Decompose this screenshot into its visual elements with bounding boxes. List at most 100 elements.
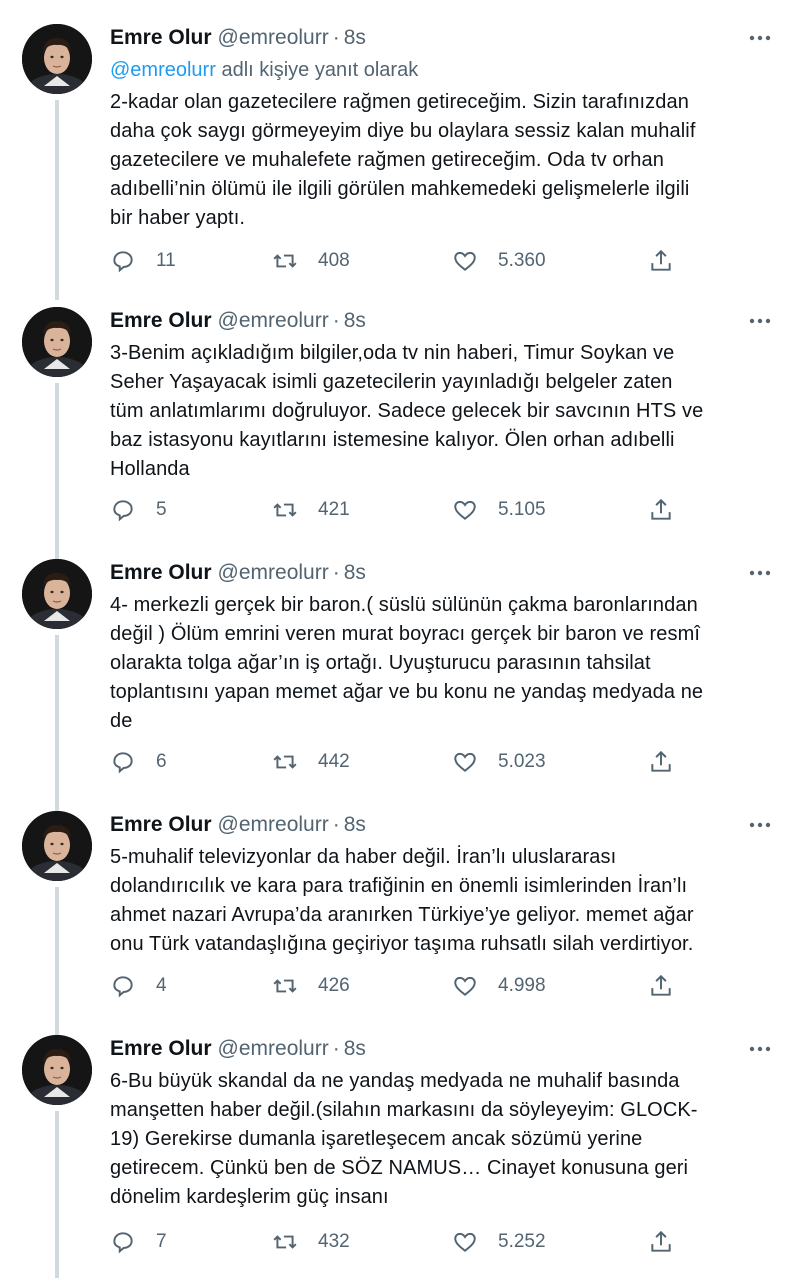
author-name[interactable]: Emre Olur [110,24,212,52]
more-horizontal-icon[interactable] [746,1035,774,1063]
like-button[interactable]: 4.998 [452,973,546,999]
avatar-photo [22,559,92,629]
avatar[interactable] [22,24,92,94]
reply-bubble-icon [113,752,133,774]
reply-button[interactable]: 11 [110,248,176,274]
author-handle[interactable]: @emreolurr [218,559,329,587]
reply-count: 7 [156,1231,167,1252]
tweet-timestamp[interactable]: 8s [344,1035,366,1063]
tweet[interactable]: Emre Olur @emreolurr · 8s 6-Bu büyük ska… [0,1011,796,1278]
tweet-header: Emre Olur @emreolurr · 8s [110,24,780,52]
share-upload-icon [651,498,671,520]
heart-icon [454,1232,476,1252]
share-button[interactable] [648,973,674,999]
reply-button[interactable]: 5 [110,497,167,523]
author-handle[interactable]: @emreolurr [218,307,329,335]
share-button[interactable] [648,248,674,274]
more-horizontal-icon[interactable] [746,307,774,335]
tweet-text: 2-kadar olan gazetecilere rağmen getirec… [110,91,696,229]
author-handle[interactable]: @emreolurr [218,24,329,52]
more-horizontal-icon[interactable] [746,559,774,587]
avatar-column [22,24,92,94]
share-button[interactable] [648,749,674,775]
avatar[interactable] [22,811,92,881]
author-name[interactable]: Emre Olur [110,811,212,839]
heart-icon [454,752,476,772]
heart-icon [454,500,476,520]
tweet-thread: Emre Olur @emreolurr · 8s @emreolurr adl… [0,0,796,1278]
tweet-text: 6-Bu büyük skandal da ne yandaş medyada … [110,1070,698,1208]
tweet-timestamp[interactable]: 8s [344,559,366,587]
avatar[interactable] [22,559,92,629]
like-count: 5.105 [498,499,546,520]
reply-count: 11 [156,250,176,271]
header-separator: · [332,561,340,584]
reply-count: 5 [156,499,167,520]
retweet-count: 408 [318,250,350,271]
avatar[interactable] [22,307,92,377]
retweet-button[interactable]: 408 [272,248,350,274]
tweet[interactable]: Emre Olur @emreolurr · 8s 4- merkezli ge… [0,535,796,815]
author-name[interactable]: Emre Olur [110,307,212,335]
retweet-icon [273,1235,297,1249]
author-handle[interactable]: @emreolurr [218,811,329,839]
tweet[interactable]: Emre Olur @emreolurr · 8s 3-Benim açıkla… [0,283,796,563]
tweet-text: 4- merkezli gerçek bir baron.( süslü sül… [110,594,704,732]
avatar-photo [22,1035,92,1105]
share-button[interactable] [648,1229,674,1255]
reply-mention-link[interactable]: @emreolurr [110,59,216,81]
author-handle[interactable]: @emreolurr [218,1035,329,1063]
tweet-timestamp[interactable]: 8s [344,307,366,335]
tweet-content: Emre Olur @emreolurr · 8s 4- merkezli ge… [110,559,780,774]
header-separator: · [332,1037,340,1060]
tweet-actions: 7 432 5.252 [110,1225,676,1259]
avatar-photo [22,811,92,881]
reply-bubble-icon [113,251,133,273]
tweet-timestamp[interactable]: 8s [344,24,366,52]
avatar[interactable] [22,1035,92,1105]
retweet-button[interactable]: 426 [272,973,350,999]
author-name[interactable]: Emre Olur [110,1035,212,1063]
more-horizontal-icon[interactable] [746,811,774,839]
author-name[interactable]: Emre Olur [110,559,212,587]
share-upload-icon [651,249,671,271]
tweet-actions: 6 442 5.023 [110,745,676,779]
tweet-content: Emre Olur @emreolurr · 8s 6-Bu büyük ska… [110,1035,780,1254]
retweet-button[interactable]: 421 [272,497,350,523]
avatar-column [22,1035,92,1105]
avatar-column [22,307,92,377]
like-count: 5.252 [498,1231,546,1252]
header-separator: · [332,813,340,836]
retweet-icon [273,254,297,268]
like-button[interactable]: 5.105 [452,497,546,523]
retweet-count: 421 [318,499,350,520]
more-horizontal-icon[interactable] [746,24,774,52]
tweet-timestamp[interactable]: 8s [344,811,366,839]
retweet-button[interactable]: 432 [272,1229,350,1255]
retweet-count: 432 [318,1231,350,1252]
retweet-icon [273,755,297,769]
like-button[interactable]: 5.023 [452,749,546,775]
reply-button[interactable]: 6 [110,749,167,775]
reply-bubble-icon [113,976,133,998]
reply-button[interactable]: 4 [110,973,167,999]
like-button[interactable]: 5.360 [452,248,546,274]
like-button[interactable]: 5.252 [452,1229,546,1255]
retweet-button[interactable]: 442 [272,749,350,775]
header-separator: · [332,309,340,332]
share-upload-icon [651,974,671,996]
thread-connector-line [55,100,59,300]
like-count: 5.360 [498,250,546,271]
header-separator: · [332,26,340,49]
reply-bubble-icon [113,500,133,522]
like-count: 5.023 [498,751,546,772]
reply-button[interactable]: 7 [110,1229,167,1255]
retweet-count: 426 [318,975,350,996]
retweet-icon [273,503,297,517]
reply-count: 4 [156,975,167,996]
reply-context: @emreolurr adlı kişiye yanıt olarak [110,56,780,84]
share-button[interactable] [648,497,674,523]
tweet[interactable]: Emre Olur @emreolurr · 8s 5-muhalif tele… [0,787,796,1039]
tweet[interactable]: Emre Olur @emreolurr · 8s @emreolurr adl… [0,0,796,300]
tweet-content: Emre Olur @emreolurr · 8s 5-muhalif tele… [110,811,780,998]
